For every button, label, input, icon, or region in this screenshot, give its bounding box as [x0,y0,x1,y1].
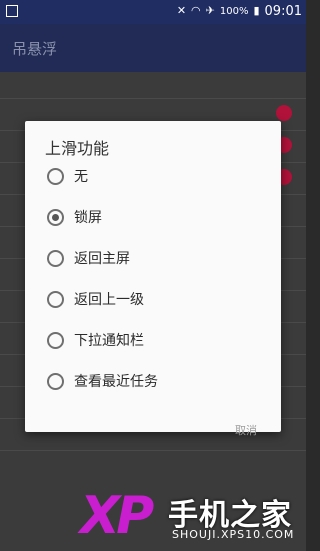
option-lock-screen[interactable]: 锁屏 [47,203,102,231]
option-recent-tasks[interactable]: 查看最近任务 [47,367,158,395]
radio-button[interactable] [47,331,64,349]
toggle-on [276,105,292,121]
dialog-title: 上滑功能 [45,139,110,158]
mute-icon: ✕ [176,4,187,17]
radio-button-selected[interactable] [47,208,64,226]
option-label: 返回主屏 [74,251,130,267]
radio-button[interactable] [47,167,64,185]
watermark-url: SHOUJI.XPS10.COM [172,528,295,541]
option-back[interactable]: 返回上一级 [47,285,144,313]
app-bar: 吊悬浮 [0,24,306,72]
watermark-brand: XP [80,486,154,546]
airplane-icon: ✈ [205,4,215,17]
watermark-logo: XP 手机之家 SHOUJI.XPS10.COM [80,488,306,551]
settings-row [0,72,306,99]
swipe-up-function-dialog: 上滑功能 无 锁屏 返回主屏 返回上一级 下拉通知栏 查看最近任务 取消 [25,121,281,437]
screenshot-icon [6,5,18,17]
radio-button[interactable] [47,249,64,267]
status-bar: ✕ ◠ ✈ 100% ▮ 09:01 [0,0,306,24]
battery-percent: 100% [219,5,249,17]
radio-button[interactable] [47,372,64,390]
option-label: 下拉通知栏 [74,333,144,349]
option-none[interactable]: 无 [47,162,88,190]
option-label: 锁屏 [74,210,102,226]
app-title: 吊悬浮 [12,40,58,58]
option-label: 查看最近任务 [74,374,158,390]
option-label: 无 [74,169,88,185]
option-home[interactable]: 返回主屏 [47,244,130,272]
option-label: 返回上一级 [74,292,144,308]
battery-icon: ▮ [253,4,260,17]
option-notification-shade[interactable]: 下拉通知栏 [47,326,144,354]
clock: 09:01 [264,3,302,19]
cancel-button[interactable]: 取消 [235,422,257,438]
wifi-icon: ◠ [191,4,201,17]
radio-button[interactable] [47,290,64,308]
